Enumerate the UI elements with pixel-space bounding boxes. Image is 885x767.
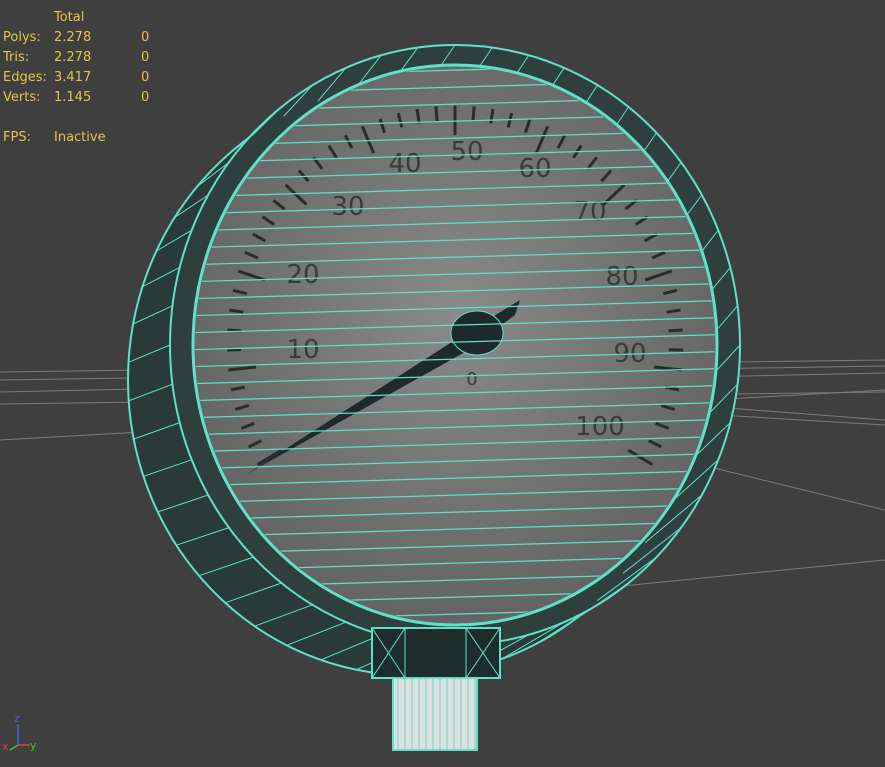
stats-selected-value: 0 bbox=[141, 90, 150, 105]
stats-total-value: 1.145 bbox=[54, 90, 92, 105]
center-mark-label: 0 bbox=[466, 369, 477, 390]
fps-value: Inactive bbox=[54, 130, 106, 145]
stats-header-total: Total bbox=[54, 10, 85, 25]
stats-label: Polys: bbox=[3, 30, 41, 45]
stats-label: Edges: bbox=[3, 70, 47, 85]
axis-z-label: z bbox=[14, 712, 20, 725]
axis-x-label: x bbox=[2, 740, 9, 753]
stats-total-value: 2.278 bbox=[54, 50, 92, 65]
stats-label: Verts: bbox=[3, 90, 41, 105]
axis-gizmo: x y z bbox=[2, 712, 37, 753]
stats-total-value: 3.417 bbox=[54, 70, 92, 85]
hex-nut bbox=[371, 627, 501, 679]
fps-label: FPS: bbox=[3, 130, 31, 145]
scale-tick bbox=[434, 106, 439, 122]
scale-label-80: 80 bbox=[605, 262, 638, 292]
scale-label-20: 20 bbox=[286, 260, 319, 290]
scale-label-100: 100 bbox=[575, 412, 625, 442]
scale-tick bbox=[668, 328, 683, 333]
scale-label-50: 50 bbox=[450, 137, 483, 167]
axis-y-line bbox=[9, 744, 19, 751]
stats-selected-value: 0 bbox=[141, 50, 150, 65]
threaded-stem bbox=[392, 677, 478, 751]
scale-label-10: 10 bbox=[286, 335, 319, 365]
stats-label: Tris: bbox=[3, 50, 30, 65]
stats-selected-value: 0 bbox=[141, 70, 150, 85]
stats-selected-value: 0 bbox=[141, 30, 150, 45]
scale-tick bbox=[471, 106, 476, 122]
axis-y-label: y bbox=[30, 739, 37, 752]
viewport-3d[interactable]: 10 20 30 40 50 60 70 80 90 100 0 x y z bbox=[0, 0, 885, 767]
scale-label-30: 30 bbox=[331, 192, 364, 222]
stats-total-value: 2.278 bbox=[54, 30, 92, 45]
